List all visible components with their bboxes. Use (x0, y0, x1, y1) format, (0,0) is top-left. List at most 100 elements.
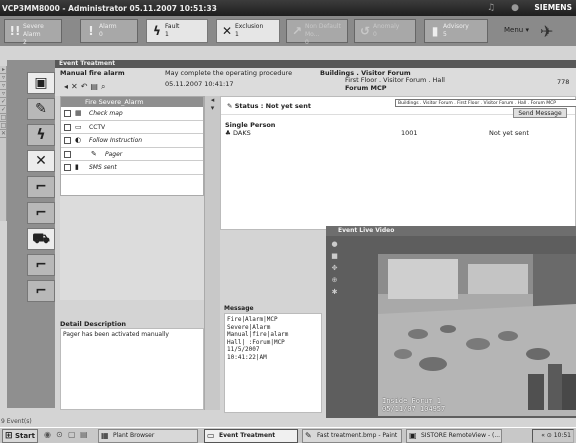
event-list-button[interactable]: ▣ (27, 72, 55, 94)
live-video-window: Event Live Video ● ■ ✥ ⊕ ✱ Inside Forum … (326, 226, 576, 418)
tray-icon[interactable]: « ⊙ (541, 432, 554, 439)
print-icon[interactable]: ▤ (90, 82, 101, 91)
ie-icon[interactable]: ◉ (44, 430, 51, 439)
bell-icon[interactable]: ♫ (486, 3, 496, 13)
advisory-button[interactable]: ▮ Advisory 5 (424, 19, 488, 43)
pan-icon[interactable]: ✥ (330, 264, 339, 276)
step-nav-button[interactable]: ⌐ (27, 202, 55, 224)
procedure-step[interactable]: ▮ SMS sent (61, 161, 203, 175)
exclusion-button[interactable]: ✕ Exclusion 1 (216, 19, 280, 43)
expand-icon[interactable]: ▾ (205, 104, 220, 112)
anomaly-icon: ↺ (359, 24, 371, 38)
step-checkbox[interactable] (64, 164, 71, 171)
zoom-icon[interactable]: ⊕ (330, 276, 339, 288)
video-caption-location: Inside Forum 1 (382, 397, 442, 405)
procedure-step[interactable]: ◐ Follow Instruction (61, 134, 203, 148)
record-icon[interactable]: ● (330, 240, 339, 252)
undo-icon[interactable]: ↶ (81, 82, 91, 91)
pager-icon: ✎ (227, 102, 235, 110)
event-datetime: 05.11.2007 10:41:17 (165, 80, 234, 88)
strip-filter-icon[interactable]: ▿ (0, 90, 7, 98)
procedure-step[interactable]: ✎ Pager (61, 148, 203, 161)
send-message-button[interactable]: Send Message (513, 108, 567, 118)
globe-icon[interactable]: ● (510, 3, 520, 13)
single-person-title: Single Person (225, 121, 276, 129)
strip-square-icon[interactable]: □ (0, 122, 7, 130)
stop-icon[interactable]: ■ (330, 252, 339, 264)
vehicle-nav-button[interactable]: ⛟ (27, 228, 55, 250)
alarm-button[interactable]: ! Alarm 0 (80, 19, 138, 43)
step-nav-button[interactable]: ⌐ (27, 254, 55, 276)
media-icon[interactable]: ⊙ (56, 430, 63, 439)
acknowledge-button[interactable]: ✎ (27, 98, 55, 120)
event-treatment-header: Event Treatment (55, 60, 576, 68)
event-location-line2: First Floor . Visitor Forum . Hall (345, 76, 445, 84)
task-remoteview[interactable]: ▣ SISTORE RemoteView - (... (406, 429, 502, 443)
step-checkbox[interactable] (64, 150, 71, 158)
exclusion-count: 1 (235, 31, 239, 38)
task-label: Plant Browser (113, 432, 155, 439)
task-plant-browser[interactable]: ▦ Plant Browser (98, 429, 198, 443)
pin-icon[interactable]: ✈ (540, 22, 553, 41)
exclusion-nav-button[interactable]: ✕ (27, 150, 55, 172)
instruction-icon: ◐ (75, 136, 82, 144)
video-caption-timestamp: 05/11/07 104957 (382, 405, 446, 413)
task-label: Event Treatment (219, 432, 276, 439)
anomaly-button[interactable]: ↺ Anomaly 0 (354, 19, 416, 43)
procedure-step[interactable]: ▦ Check map (61, 107, 203, 121)
advisory-icon: ▮ (431, 24, 439, 38)
strip-filter-icon[interactable]: ▿ (0, 82, 7, 90)
step-nav-button[interactable]: ⌐ (27, 176, 55, 198)
title-bar: VCP3MM8000 - Administrator 05.11.2007 10… (0, 0, 576, 16)
person-icon: ♣ (225, 129, 231, 137)
non-default-count: 0 (305, 39, 309, 46)
event-type: Manual fire alarm (60, 69, 125, 77)
step-checkbox[interactable] (64, 123, 71, 131)
map-icon: ▦ (75, 109, 82, 117)
desktop-icon[interactable]: ▢ (68, 430, 76, 439)
pane-splitter[interactable]: ◂ ▾ (204, 96, 220, 410)
non-default-mode-button[interactable]: ↗ Non Default Mo... 0 (286, 19, 348, 46)
strip-check-icon[interactable]: ✓ (0, 106, 7, 114)
event-location-code: 778 (557, 78, 570, 86)
step-label: Check map (89, 110, 123, 117)
step-checkbox[interactable] (64, 110, 71, 117)
message-text: Fire|Alarm|MCP Severe|Alarm Manual|fire|… (224, 313, 322, 413)
message-title: Message (224, 305, 254, 312)
strip-square-icon[interactable]: □ (0, 114, 7, 122)
video-frame[interactable]: Inside Forum 1 05/11/07 104957 (378, 254, 576, 416)
strip-filter-icon[interactable]: ▿ (0, 74, 7, 82)
step-nav-button[interactable]: ⌐ (27, 280, 55, 302)
fault-button[interactable]: ϟ Fault 1 (146, 19, 208, 43)
fault-nav-button[interactable]: ϟ (27, 124, 55, 146)
task-label: Fast treatment.bmp - Paint (317, 432, 398, 439)
mute-icon[interactable]: ◂ (64, 82, 71, 91)
fault-icon: ϟ (153, 24, 161, 38)
person-number: 1001 (401, 129, 418, 137)
strip-check-icon[interactable]: ✓ (0, 98, 7, 106)
task-event-treatment[interactable]: ▭ Event Treatment (204, 429, 298, 443)
system-tray: « ⊙ 10:51 (532, 429, 574, 443)
zoom-icon[interactable]: ⌕ (101, 82, 108, 91)
menu-button[interactable]: Menu ▾ (504, 26, 529, 34)
fault-nav-icon: ϟ (36, 127, 46, 143)
severe-alarm-button[interactable]: !! Severe Alarm 2 (4, 19, 62, 46)
folder-quick-icon[interactable]: ▤ (80, 430, 88, 439)
non-default-icon: ↗ (291, 24, 303, 38)
task-paint[interactable]: ✎ Fast treatment.bmp - Paint (302, 429, 402, 443)
start-button[interactable]: ⊞ Start (2, 429, 38, 443)
cancel-icon[interactable]: ✕ (71, 82, 81, 91)
alarm-label: Alarm (99, 23, 117, 30)
procedure-step[interactable]: ▭ CCTV (61, 121, 203, 134)
strip-arrow-icon[interactable]: ▸ (0, 66, 7, 74)
strip-close-icon[interactable]: ✕ (0, 130, 7, 138)
step-checkbox[interactable] (64, 137, 71, 144)
exclusion-icon: ✕ (221, 24, 233, 38)
anomaly-count: 0 (373, 31, 377, 38)
event-small-toolbar: ◂✕↶▤⌕ (64, 82, 108, 92)
step-icon: ⌐ (35, 257, 47, 273)
settings-icon[interactable]: ✱ (330, 288, 339, 300)
left-nav: ▣ ✎ ϟ ✕ ⌐ ⌐ ⛟ ⌐ ⌐ (7, 60, 55, 408)
severe-alarm-label: Severe Alarm (23, 23, 44, 38)
collapse-icon[interactable]: ◂ (205, 96, 220, 104)
